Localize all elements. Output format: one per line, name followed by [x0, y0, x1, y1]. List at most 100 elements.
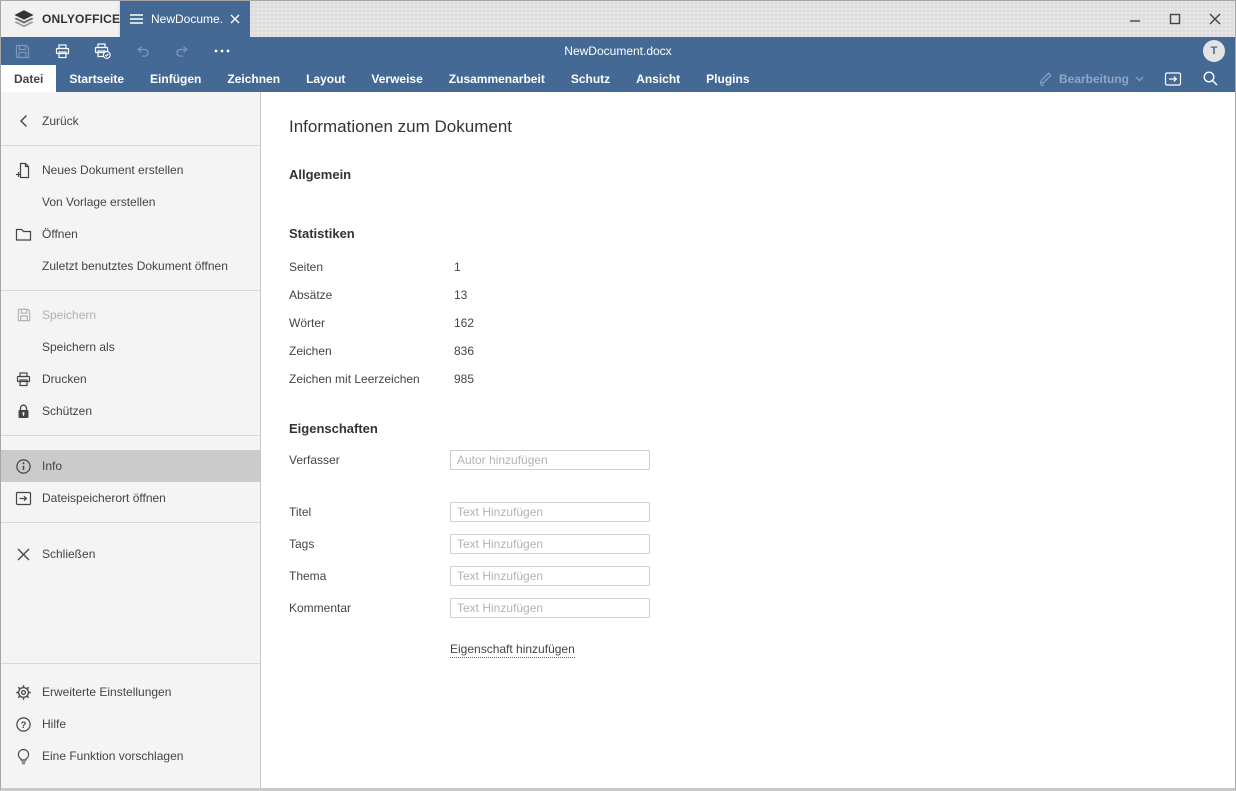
sidebar-divider	[1, 145, 260, 146]
sidebar-item-save-as[interactable]: Speichern als	[1, 331, 260, 363]
sidebar-item-label: Dateispeicherort öffnen	[42, 491, 166, 505]
stat-value: 1	[454, 260, 461, 274]
minimize-button[interactable]	[1115, 1, 1155, 37]
titlebar-drag-area	[250, 1, 1235, 37]
subject-field[interactable]	[450, 566, 650, 586]
sidebar-item-close-menu[interactable]: Schließen	[1, 538, 260, 570]
tab-zusammenarbeit[interactable]: Zusammenarbeit	[436, 65, 558, 92]
properties-table: Verfasser Titel Tags Thema Kommentar	[289, 450, 1235, 658]
sidebar-item-back[interactable]: Zurück	[1, 105, 260, 137]
titlebar: ONLYOFFICE NewDocume...	[1, 1, 1235, 37]
undo-button[interactable]	[130, 39, 154, 63]
onlyoffice-logo-icon	[13, 9, 35, 29]
print-button[interactable]	[50, 39, 74, 63]
sidebar-divider	[1, 663, 260, 664]
sidebar-item-label: Drucken	[42, 372, 87, 386]
sidebar-item-open[interactable]: Öffnen	[1, 218, 260, 250]
sidebar-item-open-recent[interactable]: Zuletzt benutztes Dokument öffnen	[1, 250, 260, 282]
property-row-tags: Tags	[289, 534, 1235, 554]
stat-row-paragraphs: Absätze 13	[289, 281, 1235, 309]
tab-zeichnen[interactable]: Zeichnen	[214, 65, 293, 92]
title-field[interactable]	[450, 502, 650, 522]
sidebar-divider	[1, 290, 260, 291]
file-menu-panel: Zurück Neues Dokument erstellen Von Vorl…	[1, 92, 1235, 788]
stat-value: 162	[454, 316, 475, 330]
statistics-table: Seiten 1 Absätze 13 Wörter 162 Zeichen 8…	[289, 253, 1235, 393]
folder-arrow-icon	[15, 490, 32, 507]
customize-toolbar-button[interactable]	[210, 39, 234, 63]
tab-startseite[interactable]: Startseite	[56, 65, 137, 92]
close-window-button[interactable]	[1195, 1, 1235, 37]
sidebar-item-advanced-settings[interactable]: Erweiterte Einstellungen	[1, 676, 260, 708]
editing-mode-dropdown[interactable]: Bearbeitung	[1038, 71, 1144, 86]
search-button[interactable]	[1202, 70, 1219, 87]
comment-field[interactable]	[450, 598, 650, 618]
stat-label: Zeichen mit Leerzeichen	[289, 372, 420, 386]
tab-close-icon[interactable]	[230, 14, 240, 24]
sidebar-item-label: Zuletzt benutztes Dokument öffnen	[42, 259, 228, 273]
sidebar-item-label: Öffnen	[42, 227, 78, 241]
redo-button[interactable]	[170, 39, 194, 63]
sidebar-item-info[interactable]: Info	[1, 450, 260, 482]
document-tab[interactable]: NewDocume...	[120, 1, 250, 37]
sidebar-item-label: Info	[42, 459, 63, 473]
sidebar-item-protect[interactable]: Schützen	[1, 395, 260, 427]
ellipsis-icon	[214, 49, 230, 53]
maximize-button[interactable]	[1155, 1, 1195, 37]
ribbon-tabbar: Datei Startseite Einfügen Zeichnen Layou…	[1, 65, 1235, 92]
chevron-down-icon	[1135, 76, 1144, 82]
stat-value: 13	[454, 288, 468, 302]
app-window: ONLYOFFICE NewDocume... NewDocument.docx…	[0, 0, 1236, 791]
quick-print-icon	[94, 43, 111, 59]
tab-datei[interactable]: Datei	[1, 65, 57, 92]
sidebar-item-new-document[interactable]: Neues Dokument erstellen	[1, 154, 260, 186]
stat-value: 985	[454, 372, 475, 386]
stat-row-characters: Zeichen 836	[289, 337, 1235, 365]
save-button[interactable]	[10, 39, 34, 63]
sidebar-item-from-template[interactable]: Von Vorlage erstellen	[1, 186, 260, 218]
sidebar-bottom-section: Erweiterte Einstellungen ? Hilfe Eine Fu…	[1, 676, 260, 788]
folder-arrow-icon	[1164, 71, 1182, 86]
chevron-left-icon	[15, 113, 32, 130]
stat-row-words: Wörter 162	[289, 309, 1235, 337]
tab-layout[interactable]: Layout	[293, 65, 358, 92]
sidebar-divider	[1, 522, 260, 523]
stat-row-characters-with-spaces: Zeichen mit Leerzeichen 985	[289, 365, 1235, 393]
search-icon	[1203, 71, 1218, 86]
user-avatar[interactable]: T	[1203, 40, 1225, 62]
sidebar-item-print[interactable]: Drucken	[1, 363, 260, 395]
tab-verweise[interactable]: Verweise	[358, 65, 435, 92]
tab-ansicht[interactable]: Ansicht	[623, 65, 693, 92]
sidebar-item-suggest-feature[interactable]: Eine Funktion vorschlagen	[1, 740, 260, 772]
open-file-location-button[interactable]	[1164, 71, 1182, 87]
folder-icon	[15, 226, 32, 243]
property-label: Kommentar	[289, 601, 352, 615]
property-row-author: Verfasser	[289, 450, 1235, 470]
tabbar-right-controls: Bearbeitung	[1038, 65, 1235, 92]
sidebar-item-label: Speichern als	[42, 340, 115, 354]
sidebar-divider	[1, 435, 260, 436]
sidebar-item-open-file-location[interactable]: Dateispeicherort öffnen	[1, 482, 260, 514]
pencil-icon	[1038, 71, 1053, 86]
info-icon	[15, 458, 32, 475]
tab-schutz[interactable]: Schutz	[558, 65, 623, 92]
add-property-link[interactable]: Eigenschaft hinzufügen	[450, 642, 575, 658]
close-icon	[15, 546, 32, 563]
property-row-comment: Kommentar	[289, 598, 1235, 618]
section-heading-general: Allgemein	[289, 167, 352, 182]
sidebar-item-label: Schließen	[42, 547, 96, 561]
tags-field[interactable]	[450, 534, 650, 554]
author-field[interactable]	[450, 450, 650, 470]
sidebar-item-help[interactable]: ? Hilfe	[1, 708, 260, 740]
sidebar-item-label: Hilfe	[42, 717, 67, 731]
property-row-subject: Thema	[289, 566, 1235, 586]
quick-access-toolbar: NewDocument.docx T	[1, 37, 1235, 65]
sidebar-item-label: Von Vorlage erstellen	[42, 195, 156, 209]
lightbulb-icon	[15, 748, 32, 765]
tab-einfuegen[interactable]: Einfügen	[137, 65, 214, 92]
quick-print-button[interactable]	[90, 39, 114, 63]
tab-plugins[interactable]: Plugins	[693, 65, 762, 92]
stat-label: Seiten	[289, 260, 324, 274]
section-heading-statistics: Statistiken	[289, 226, 355, 241]
